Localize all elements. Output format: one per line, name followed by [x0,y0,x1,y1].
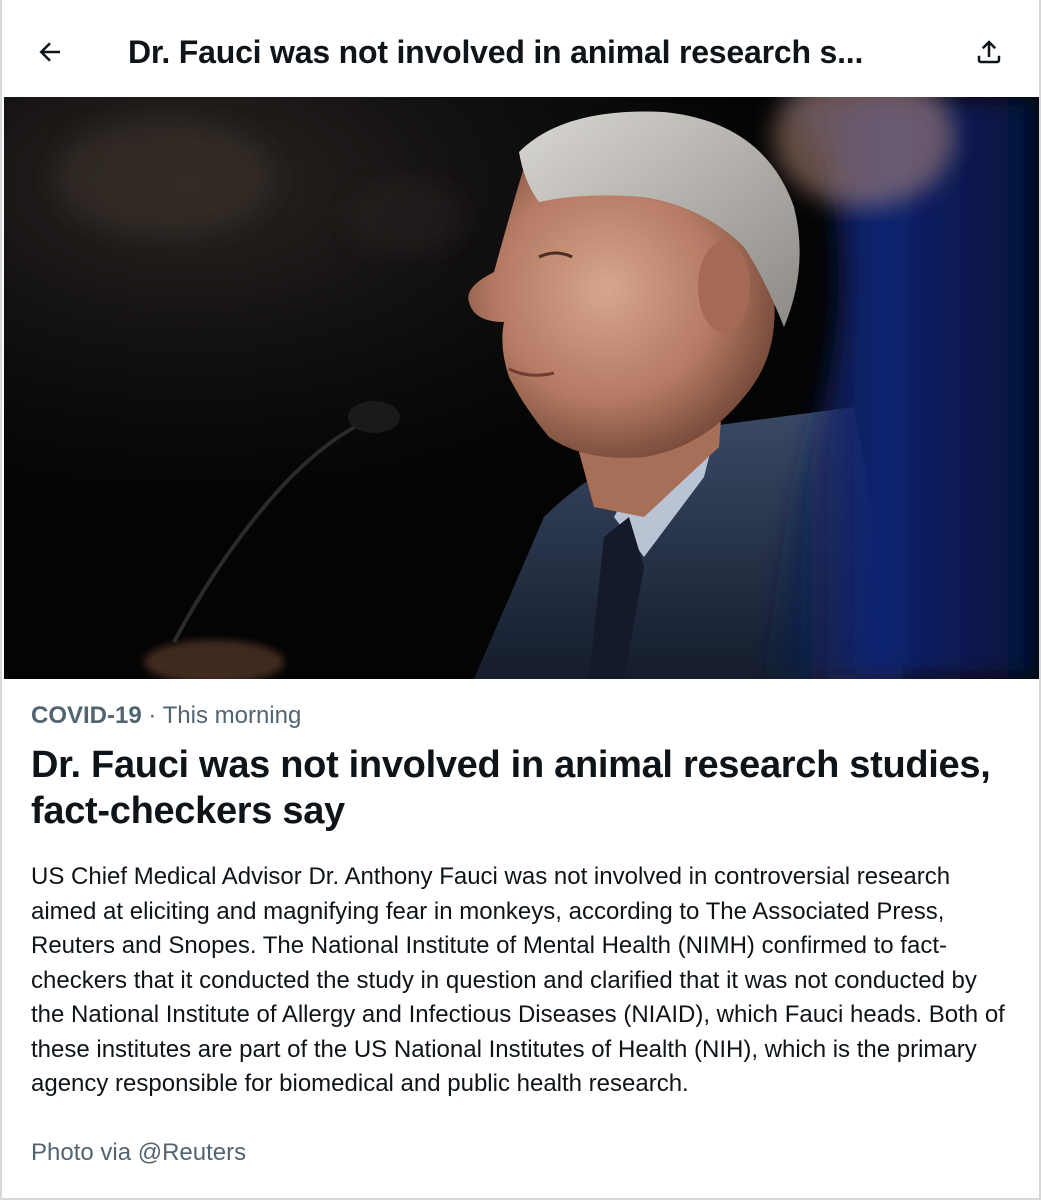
article-headline: Dr. Fauci was not involved in animal res… [31,744,991,832]
moment-view: Dr. Fauci was not involved in animal res… [0,0,1041,1200]
article-body: US Chief Medical Advisor Dr. Anthony Fau… [31,863,1005,1097]
page-title: Dr. Fauci was not involved in animal res… [128,34,864,70]
back-button[interactable] [28,30,72,74]
article-meta: COVID-19 · This morning [31,700,301,732]
article-photo[interactable] [4,97,1039,679]
photo-illustration [4,97,1039,679]
arrow-left-icon [39,42,60,62]
photo-credit[interactable]: Photo via @Reuters [31,1137,246,1169]
topic-label[interactable]: COVID-19 [31,702,142,729]
top-bar: Dr. Fauci was not involved in animal res… [2,0,1039,97]
timestamp: This morning [162,702,302,729]
share-upload-icon [977,40,1001,64]
meta-separator: · [141,702,163,729]
share-button[interactable] [967,30,1011,74]
